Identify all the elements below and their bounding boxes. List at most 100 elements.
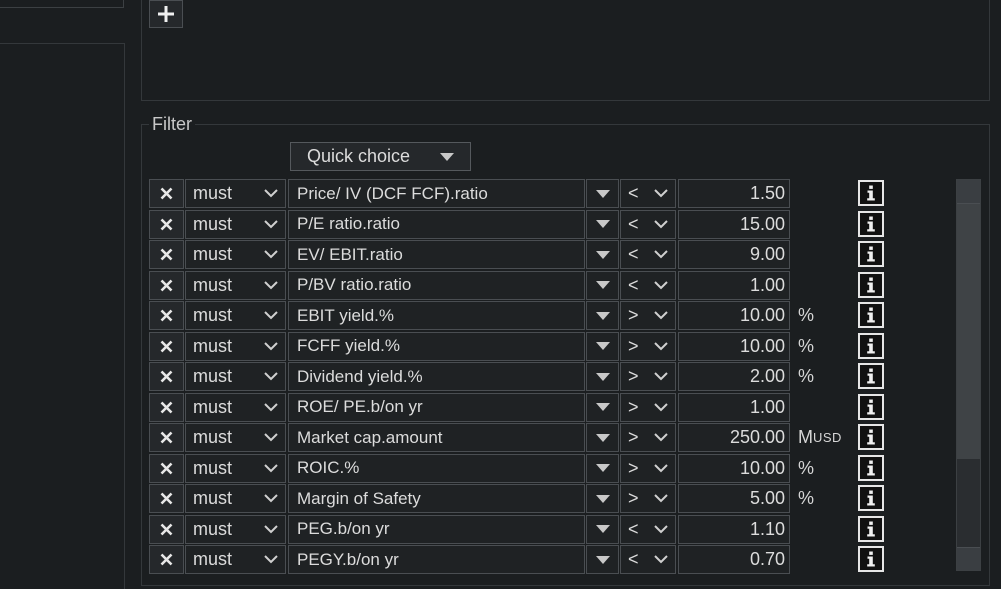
info-button[interactable]	[858, 424, 884, 450]
field-name-input[interactable]: Market cap.amount	[288, 423, 585, 452]
info-button[interactable]	[858, 393, 884, 420]
value-input[interactable]: 0.70	[678, 545, 790, 574]
delete-row-button[interactable]	[149, 453, 184, 483]
operator-select[interactable]: >	[620, 423, 676, 452]
must-select[interactable]: must	[185, 240, 286, 269]
info-button[interactable]	[858, 241, 884, 267]
field-dropdown-button[interactable]	[586, 301, 619, 330]
info-button[interactable]	[858, 546, 884, 572]
delete-row-button[interactable]	[149, 545, 184, 574]
must-select[interactable]: must	[185, 453, 286, 483]
field-dropdown-button[interactable]	[586, 514, 619, 544]
must-select[interactable]: must	[185, 514, 286, 544]
field-dropdown-button[interactable]	[586, 331, 619, 361]
field-dropdown-button[interactable]	[586, 362, 619, 391]
info-button[interactable]	[858, 485, 884, 511]
must-select[interactable]: must	[185, 209, 286, 239]
info-button[interactable]	[858, 363, 884, 389]
value-input[interactable]: 10.00	[678, 453, 790, 483]
operator-select[interactable]: <	[620, 179, 676, 208]
field-dropdown-button[interactable]	[586, 545, 619, 574]
delete-row-button[interactable]	[149, 209, 184, 239]
info-button[interactable]	[858, 454, 884, 481]
filter-scrollbar[interactable]	[956, 179, 981, 571]
field-name-input[interactable]: ROIC.%	[288, 453, 585, 483]
must-select[interactable]: must	[185, 545, 286, 574]
field-name-input[interactable]: P/BV ratio.ratio	[288, 270, 585, 300]
operator-select[interactable]: <	[620, 209, 676, 239]
value-input[interactable]: 2.00	[678, 362, 790, 391]
info-button[interactable]	[858, 332, 884, 359]
info-button[interactable]	[858, 302, 884, 328]
field-name-input[interactable]: FCFF yield.%	[288, 331, 585, 361]
must-select[interactable]: must	[185, 331, 286, 361]
info-button[interactable]	[858, 515, 884, 542]
delete-row-button[interactable]	[149, 179, 184, 208]
delete-row-button[interactable]	[149, 362, 184, 391]
value-input[interactable]: 1.10	[678, 514, 790, 544]
delete-row-button[interactable]	[149, 392, 184, 422]
field-dropdown-button[interactable]	[586, 270, 619, 300]
field-name-input[interactable]: PEGY.b/on yr	[288, 545, 585, 574]
field-name-input[interactable]: EBIT yield.%	[288, 301, 585, 330]
scroll-thumb[interactable]	[957, 204, 980, 459]
operator-select[interactable]: <	[620, 240, 676, 269]
operator-select[interactable]: <	[620, 514, 676, 544]
delete-row-button[interactable]	[149, 270, 184, 300]
value-input[interactable]: 1.50	[678, 179, 790, 208]
operator-select[interactable]: <	[620, 270, 676, 300]
value-input[interactable]: 15.00	[678, 209, 790, 239]
operator-select[interactable]: >	[620, 484, 676, 513]
value-input[interactable]: 1.00	[678, 392, 790, 422]
field-dropdown-button[interactable]	[586, 179, 619, 208]
field-name-input[interactable]: PEG.b/on yr	[288, 514, 585, 544]
scroll-up-button[interactable]	[957, 180, 980, 204]
field-name-input[interactable]: P/E ratio.ratio	[288, 209, 585, 239]
field-name-input[interactable]: EV/ EBIT.ratio	[288, 240, 585, 269]
info-button[interactable]	[858, 210, 884, 237]
field-dropdown-button[interactable]	[586, 392, 619, 422]
must-select[interactable]: must	[185, 270, 286, 300]
info-button[interactable]	[858, 180, 884, 206]
delete-row-button[interactable]	[149, 484, 184, 513]
must-select[interactable]: must	[185, 301, 286, 330]
scroll-down-button[interactable]	[957, 547, 980, 570]
delete-row-button[interactable]	[149, 301, 184, 330]
field-dropdown-button[interactable]	[586, 240, 619, 269]
delete-row-button[interactable]	[149, 423, 184, 452]
field-name-input[interactable]: Price/ IV (DCF FCF).ratio	[288, 179, 585, 208]
field-dropdown-button[interactable]	[586, 453, 619, 483]
delete-row-button[interactable]	[149, 514, 184, 544]
info-button[interactable]	[858, 271, 884, 298]
must-select[interactable]: must	[185, 484, 286, 513]
value-input[interactable]: 10.00	[678, 301, 790, 330]
value-input[interactable]: 250.00	[678, 423, 790, 452]
operator-select[interactable]: >	[620, 453, 676, 483]
must-select[interactable]: must	[185, 423, 286, 452]
must-select[interactable]: must	[185, 179, 286, 208]
operator-select[interactable]: >	[620, 331, 676, 361]
must-select-value: must	[193, 244, 233, 264]
field-name-input[interactable]: ROE/ PE.b/on yr	[288, 392, 585, 422]
operator-select[interactable]: >	[620, 392, 676, 422]
field-name-input[interactable]: Margin of Safety	[288, 484, 585, 513]
value-input[interactable]: 9.00	[678, 240, 790, 269]
filter-row: must EBIT yield.% >10.00%	[149, 301, 909, 331]
field-name-input[interactable]: Dividend yield.%	[288, 362, 585, 391]
delete-row-button[interactable]	[149, 240, 184, 269]
must-select[interactable]: must	[185, 392, 286, 422]
field-dropdown-button[interactable]	[586, 423, 619, 452]
info-icon	[867, 460, 875, 475]
operator-select[interactable]: <	[620, 545, 676, 574]
must-select[interactable]: must	[185, 362, 286, 391]
operator-select[interactable]: >	[620, 362, 676, 391]
value-input[interactable]: 10.00	[678, 331, 790, 361]
field-dropdown-button[interactable]	[586, 209, 619, 239]
field-dropdown-button[interactable]	[586, 484, 619, 513]
quick-choice-dropdown[interactable]: Quick choice	[290, 142, 471, 171]
add-filter-button[interactable]	[149, 0, 183, 28]
value-input[interactable]: 1.00	[678, 270, 790, 300]
value-input[interactable]: 5.00	[678, 484, 790, 513]
operator-select[interactable]: >	[620, 301, 676, 330]
delete-row-button[interactable]	[149, 331, 184, 361]
